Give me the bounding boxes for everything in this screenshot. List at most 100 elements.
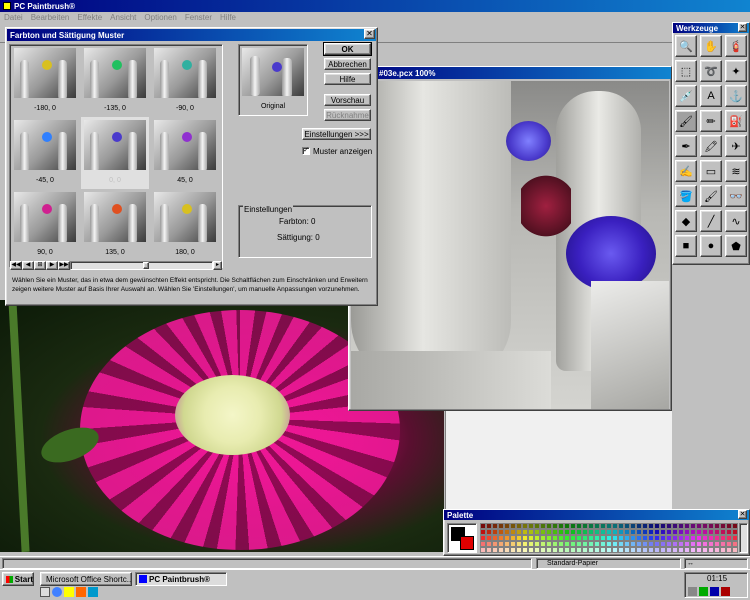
hue-saturation-dialog[interactable]: Farbton und Sättigung Muster ✕ -180, 0 -1… [5, 27, 378, 306]
color-swatches[interactable] [480, 523, 738, 553]
nav-last-button[interactable]: ▶▶ [58, 261, 70, 270]
outlook-icon[interactable] [64, 587, 74, 597]
color-replace-icon[interactable]: ◆ [675, 210, 697, 232]
pattern-thumb[interactable]: -90, 0 [151, 45, 219, 117]
nav-scroll-right-button[interactable]: ▸ [213, 261, 222, 270]
color-swatch[interactable] [732, 547, 738, 553]
preview-button[interactable]: Vorschau [324, 94, 371, 106]
dialog-help-text: Wählen Sie ein Muster, das in etwa dem g… [12, 277, 368, 293]
brush2-icon[interactable]: 🖌 [700, 185, 722, 207]
fill-icon[interactable]: ⛽ [725, 110, 747, 132]
pattern-thumb[interactable]: 0, 0 [81, 117, 149, 189]
ellipse-icon[interactable]: ● [700, 235, 722, 257]
taskbar-item-paintbrush[interactable]: PC Paintbrush® [135, 572, 227, 586]
airbrush-icon[interactable]: ✈ [725, 135, 747, 157]
hand-icon[interactable]: ✋ [700, 35, 722, 57]
polygon-icon[interactable]: ⬟ [725, 235, 747, 257]
palette-close-button[interactable]: ✕ [738, 510, 747, 519]
document-window[interactable]: #03e.pcx 100% [348, 66, 672, 411]
eraser-icon[interactable]: ▭ [700, 160, 722, 182]
current-colors[interactable] [447, 523, 477, 553]
pattern-thumb[interactable]: 45, 0 [151, 117, 219, 189]
ok-button[interactable]: OK [323, 42, 372, 56]
ie-icon[interactable] [52, 587, 62, 597]
paper-status: Standard-Papier [536, 558, 681, 569]
undo-button[interactable]: Rücknahme [324, 109, 371, 121]
pattern-thumb[interactable]: -45, 0 [11, 117, 79, 189]
smudge-icon[interactable]: ≋ [725, 160, 747, 182]
status-bar: Standard-Papier ↔ [0, 556, 750, 569]
pencil-icon[interactable]: ✏ [700, 110, 722, 132]
clock[interactable]: 01:15 [707, 574, 727, 583]
network-icon[interactable] [699, 587, 708, 596]
zoom-icon[interactable]: 🔍 [675, 35, 697, 57]
menu-item-edit[interactable]: Bearbeiten [31, 13, 70, 22]
glasses-icon[interactable]: 👓 [725, 185, 747, 207]
line-icon[interactable]: ╱ [700, 210, 722, 232]
app-titlebar: PC Paintbrush® [0, 0, 750, 12]
pattern-thumb[interactable]: -135, 0 [81, 45, 149, 117]
clone-icon[interactable]: ⚓ [725, 85, 747, 107]
monitor-icon[interactable] [710, 587, 719, 596]
brush-icon[interactable]: 🖌 [675, 110, 697, 132]
settings-button[interactable]: Einstellungen >>> [302, 128, 371, 140]
checkbox-box[interactable]: ✓ [302, 147, 310, 155]
palette-titlebar[interactable]: Palette [444, 510, 749, 520]
menu-item-view[interactable]: Ansicht [110, 13, 136, 22]
toolbox-close-button[interactable]: ✕ [738, 23, 747, 32]
settings-group: Einstellungen Farbton: 0 Sättigung: 0 [238, 205, 372, 258]
nav-expand-button[interactable]: ⊞ [34, 261, 46, 270]
crayon-icon[interactable]: ✍ [675, 160, 697, 182]
pen-icon[interactable]: ✒ [675, 135, 697, 157]
channel-icon[interactable] [76, 587, 86, 597]
rectangle-icon[interactable]: ■ [675, 235, 697, 257]
show-pattern-checkbox[interactable]: ✓ Muster anzeigen [302, 146, 372, 156]
dialog-titlebar[interactable]: Farbton und Sättigung Muster [7, 29, 376, 41]
dialog-close-button[interactable]: ✕ [364, 29, 375, 39]
pattern-thumb[interactable]: 180, 0 [151, 189, 219, 261]
nav-prev-button[interactable]: ◀ [22, 261, 34, 270]
task-icon[interactable] [721, 587, 730, 596]
show-pattern-label: Muster anzeigen [313, 146, 373, 156]
original-preview: Original [238, 44, 308, 116]
pattern-thumb[interactable]: -180, 0 [11, 45, 79, 117]
nav-first-button[interactable]: ◀◀ [10, 261, 22, 270]
background-color[interactable] [460, 536, 474, 550]
toolbox-window[interactable]: Werkzeuge ✕ 🔍 ✋ 🧯 ⬚ ➰ ✦ 💉 A ⚓ 🖌 ✏ ⛽ ✒ 🖍 ✈ ✍ ▭ ≋ 🪣 🖌 👓 ◆ ╱ ∿ ■ ● ⬟ [672, 22, 750, 265]
document-titlebar[interactable]: #03e.pcx 100% [349, 67, 671, 79]
pattern-thumb[interactable]: 135, 0 [81, 189, 149, 261]
volume-icon[interactable] [688, 587, 697, 596]
rect-select-icon[interactable]: ⬚ [675, 60, 697, 82]
windows-logo-icon [6, 575, 13, 583]
magic-wand-icon[interactable]: ✦ [725, 60, 747, 82]
help-button[interactable]: Hilfe [324, 73, 371, 85]
lasso-icon[interactable]: ➰ [700, 60, 722, 82]
start-button[interactable]: Start [2, 572, 34, 586]
menu-item-file[interactable]: Datei [4, 13, 23, 22]
desktop-icon[interactable] [40, 587, 50, 597]
paper-status-label: Standard-Papier [547, 560, 598, 567]
palette-window[interactable]: Palette ✕ [443, 509, 750, 556]
pattern-thumb[interactable]: 90, 0 [11, 189, 79, 261]
marker-icon[interactable]: 🖍 [700, 135, 722, 157]
original-image [242, 48, 304, 96]
nav-next-button[interactable]: ▶ [46, 261, 58, 270]
pattern-thumb-label: 135, 0 [105, 249, 125, 256]
text-icon[interactable]: A [700, 85, 722, 107]
saturation-value: Sättigung: 0 [277, 233, 320, 242]
spray-icon[interactable]: 🧯 [725, 35, 747, 57]
pattern-thumb-image [14, 192, 76, 242]
curve-icon[interactable]: ∿ [725, 210, 747, 232]
media-icon[interactable] [88, 587, 98, 597]
bucket-icon[interactable]: 🪣 [675, 185, 697, 207]
cancel-button[interactable]: Abbrechen [324, 58, 371, 70]
palette-scrollbar[interactable] [739, 523, 748, 553]
menu-item-options[interactable]: Optionen [144, 13, 176, 22]
taskbar-item-office[interactable]: Microsoft Office Shortc... [40, 572, 132, 586]
menu-item-window[interactable]: Fenster [185, 13, 212, 22]
menu-item-help[interactable]: Hilfe [220, 13, 236, 22]
nav-scrollbar[interactable] [70, 261, 213, 270]
eyedropper-icon[interactable]: 💉 [675, 85, 697, 107]
menu-item-effects[interactable]: Effekte [77, 13, 102, 22]
nav-scroll-thumb[interactable] [143, 262, 149, 269]
